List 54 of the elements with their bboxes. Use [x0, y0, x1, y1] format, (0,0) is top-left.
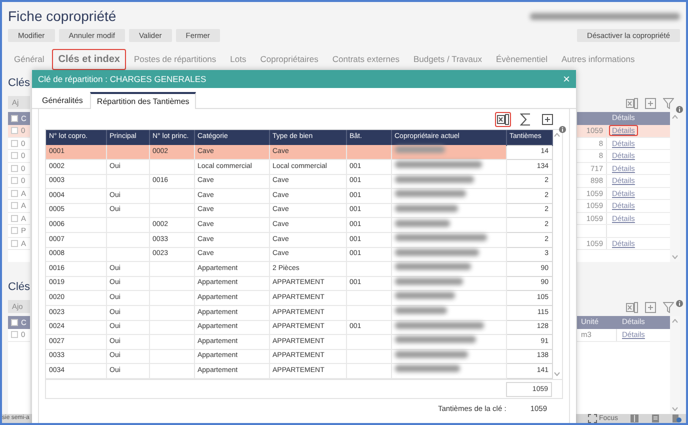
redacted-text	[394, 307, 446, 314]
info-icon[interactable]	[676, 300, 683, 307]
info-icon[interactable]	[559, 126, 566, 133]
page-title: Fiche copropriété	[8, 7, 116, 26]
checkbox[interactable]	[11, 240, 18, 247]
tab[interactable]: Budgets / Travaux	[407, 50, 488, 68]
checkbox[interactable]	[11, 319, 18, 326]
scroll-up-icon[interactable]	[554, 133, 560, 137]
tab[interactable]: Contrats externes	[326, 50, 406, 68]
tab[interactable]: Clés et index	[52, 48, 126, 70]
redacted-text	[394, 204, 458, 212]
section-heading: Clés	[8, 280, 30, 295]
tab[interactable]: Autres informations	[556, 50, 641, 68]
document-info-icon[interactable]	[672, 414, 682, 423]
tab[interactable]: Lots	[224, 50, 252, 68]
tab[interactable]: Répartition des Tantièmes	[90, 92, 196, 109]
checkbox[interactable]	[11, 202, 18, 210]
scroll-up-icon[interactable]	[672, 115, 678, 119]
checkbox[interactable]	[11, 127, 18, 134]
redacted-text	[394, 190, 466, 198]
checkbox[interactable]	[11, 227, 18, 234]
info-icon[interactable]	[676, 106, 683, 113]
checkbox[interactable]	[11, 164, 18, 172]
scrollbar[interactable]	[552, 130, 562, 379]
redacted-text	[394, 146, 444, 154]
checkbox[interactable]	[11, 177, 18, 184]
book-icon[interactable]	[630, 414, 639, 423]
redacted-text	[394, 220, 450, 227]
dialog-title: Clé de répartition : CHARGES GENERALES	[38, 72, 206, 86]
filter-icon[interactable]	[663, 302, 674, 312]
scroll-down-icon[interactable]	[554, 372, 560, 376]
filter-icon[interactable]	[663, 98, 674, 108]
checkbox[interactable]	[11, 140, 18, 147]
scroll-down-icon[interactable]	[672, 406, 678, 410]
close-button[interactable]: ×	[562, 73, 570, 85]
tab[interactable]: Généralités	[35, 92, 90, 108]
tab[interactable]: Évènementiel	[490, 50, 554, 68]
focus-icon	[588, 414, 597, 423]
tab[interactable]: Copropriétaires	[254, 50, 324, 68]
section-heading: Clés	[8, 76, 30, 91]
checkbox[interactable]	[11, 331, 18, 338]
redacted-text	[394, 365, 460, 372]
table-background	[8, 250, 30, 262]
scroll-down-icon[interactable]	[672, 255, 678, 259]
redacted-text	[394, 278, 462, 285]
document-icon[interactable]	[651, 414, 660, 423]
checkbox[interactable]	[11, 152, 18, 160]
scroll-up-icon[interactable]	[672, 319, 678, 323]
checkbox[interactable]	[11, 190, 18, 197]
checkbox[interactable]	[11, 214, 18, 222]
redacted-text	[394, 292, 454, 300]
checkbox[interactable]	[11, 115, 18, 122]
tab[interactable]: Postes de répartitions	[128, 50, 222, 68]
tab[interactable]: Général	[8, 50, 50, 68]
